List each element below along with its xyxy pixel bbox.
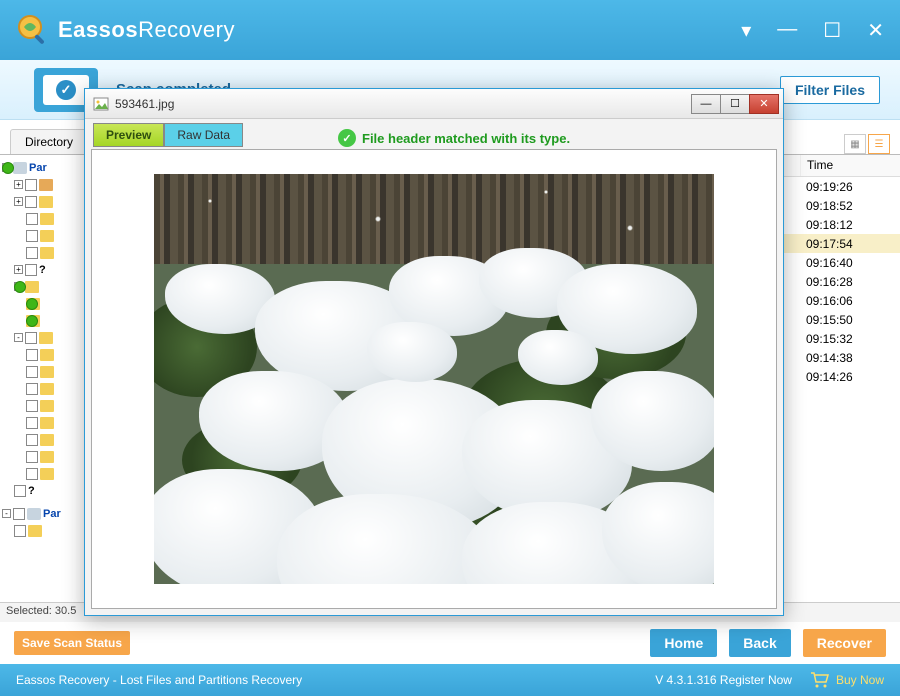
preview-title: 593461.jpg [115,97,174,111]
expand-icon[interactable]: + [14,197,23,206]
app-titlebar: EassosRecovery ▾ — ☐ ✕ [0,0,900,60]
check-icon: ✓ [56,80,76,100]
time-cell: 09:15:32 [800,332,900,346]
home-button[interactable]: Home [650,629,717,657]
expand-icon[interactable]: + [14,265,23,274]
image-file-icon [93,96,109,112]
list-view-icon[interactable]: ☰ [868,134,890,154]
check-circle-icon: ✓ [338,129,356,147]
tree-partition-label2[interactable]: Par [43,508,61,520]
cart-icon [810,672,830,688]
time-cell: 09:16:28 [800,275,900,289]
minimize-icon[interactable]: — [777,18,797,43]
time-cell: 09:15:50 [800,313,900,327]
view-toggle: ▦ ☰ [844,134,900,154]
time-column-header[interactable]: Time [800,155,900,176]
time-cell: 09:14:26 [800,370,900,384]
time-cell: 09:18:12 [800,218,900,232]
preview-window-controls: — ☐ ✕ [692,94,779,114]
monitor-icon: ✓ [43,75,89,105]
preview-maximize-icon[interactable]: ☐ [720,94,750,114]
footer-toolbar: Save Scan Status Home Back Recover [0,622,900,664]
time-cell: 09:14:38 [800,351,900,365]
brand-text: EassosRecovery [58,17,235,43]
time-cell: 09:18:52 [800,199,900,213]
version-register[interactable]: V 4.3.1.316 Register Now [655,673,792,687]
tab-raw-data[interactable]: Raw Data [164,123,243,147]
time-cell: 09:16:40 [800,256,900,270]
preview-body [91,149,777,609]
tree-partition-label[interactable]: Par [29,162,47,174]
statusbar: Eassos Recovery - Lost Files and Partiti… [0,664,900,696]
grid-view-icon[interactable]: ▦ [844,134,866,154]
time-cell: 09:17:54 [800,237,900,251]
back-button[interactable]: Back [729,629,790,657]
tab-directory[interactable]: Directory [10,129,88,154]
time-cell: 09:16:06 [800,294,900,308]
maximize-icon[interactable]: ☐ [823,18,841,43]
preview-image [154,174,714,584]
expand-icon[interactable]: + [14,180,23,189]
directory-tree[interactable]: -Par + + +? - - ? -Par [0,155,86,622]
preview-titlebar[interactable]: 593461.jpg — ☐ ✕ [85,89,783,119]
expand-icon[interactable]: - [14,333,23,342]
statusbar-text: Eassos Recovery - Lost Files and Partiti… [16,673,302,687]
preview-window: 593461.jpg — ☐ ✕ Preview Raw Data ✓ File… [84,88,784,616]
tab-preview[interactable]: Preview [93,123,164,147]
buy-now-link[interactable]: Buy Now [810,672,884,688]
expand-icon[interactable]: - [2,509,11,518]
preview-minimize-icon[interactable]: — [691,94,721,114]
close-icon[interactable]: ✕ [867,18,884,43]
trash-icon [39,179,53,191]
time-cell: 09:19:26 [800,180,900,194]
preview-close-icon[interactable]: ✕ [749,94,779,114]
filter-files-button[interactable]: Filter Files [780,76,880,104]
dropdown-icon[interactable]: ▾ [741,18,751,43]
preview-tabs: Preview Raw Data ✓ File header matched w… [85,119,783,147]
magnifier-earth-icon [16,13,50,47]
app-logo: EassosRecovery [16,13,235,47]
save-scan-button[interactable]: Save Scan Status [14,631,130,655]
preview-status: ✓ File header matched with its type. [243,129,775,147]
recover-button[interactable]: Recover [803,629,886,657]
window-controls: ▾ — ☐ ✕ [741,18,884,43]
